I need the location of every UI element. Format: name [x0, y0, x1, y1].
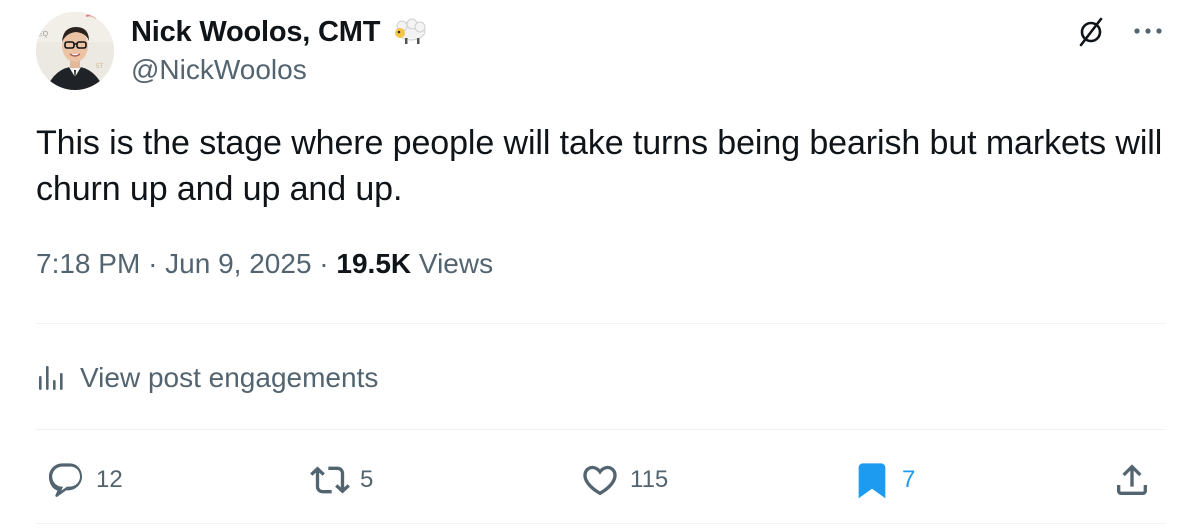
handle[interactable]: @NickWoolos [131, 54, 307, 86]
divider [36, 523, 1166, 524]
retweet-count: 5 [360, 466, 374, 493]
like-count: 115 [630, 466, 669, 493]
views-label: Views [418, 248, 494, 279]
view-engagements-label: View post engagements [80, 362, 379, 393]
grok-slash-icon [1079, 17, 1103, 47]
more-dots-icon [1134, 28, 1162, 34]
avatar[interactable]: EQ 5T [36, 12, 114, 90]
bar-chart-icon [39, 366, 63, 390]
like-button[interactable]: 115 [580, 452, 668, 508]
retweet-icon [310, 466, 350, 494]
bookmark-icon [858, 463, 886, 499]
tweet-time[interactable]: 7:18 PM [36, 248, 140, 279]
view-engagements-link[interactable]: View post engagements [36, 356, 378, 400]
bookmark-count: 7 [902, 466, 916, 493]
reply-button[interactable]: 12 [46, 452, 123, 508]
divider [36, 323, 1166, 324]
share-button[interactable] [1112, 452, 1152, 508]
reply-icon [48, 463, 83, 497]
views-count: 19.5K [336, 248, 412, 279]
tweet-meta: 7:18 PM · Jun 9, 2025 · 19.5K Views [36, 248, 493, 280]
action-bar: 12 5 115 7 [0, 452, 1198, 508]
author-name-row: Nick Woolos, CMT [131, 14, 428, 50]
reply-count: 12 [96, 466, 123, 493]
retweet-button[interactable]: 5 [310, 452, 373, 508]
tweet-text: This is the stage where people will take… [36, 124, 1163, 208]
divider [36, 429, 1166, 430]
bookmark-button[interactable]: 7 [852, 452, 915, 508]
display-name[interactable]: Nick Woolos, CMT [131, 16, 380, 49]
sheep-emoji-icon [390, 17, 428, 47]
svg-text:EQ: EQ [38, 31, 49, 38]
share-icon [1117, 464, 1147, 495]
tweet-card: EQ 5T Nick Woolos, CMT @NickWoolos This … [0, 0, 1198, 528]
meta-separator: · [148, 248, 158, 279]
grok-button[interactable] [1074, 14, 1108, 50]
meta-separator: · [319, 248, 329, 279]
tweet-date[interactable]: Jun 9, 2025 [165, 248, 311, 279]
avatar-photo: EQ 5T [36, 12, 114, 90]
heart-icon [583, 465, 617, 496]
more-button[interactable] [1128, 16, 1168, 46]
svg-text:5T: 5T [96, 64, 103, 70]
